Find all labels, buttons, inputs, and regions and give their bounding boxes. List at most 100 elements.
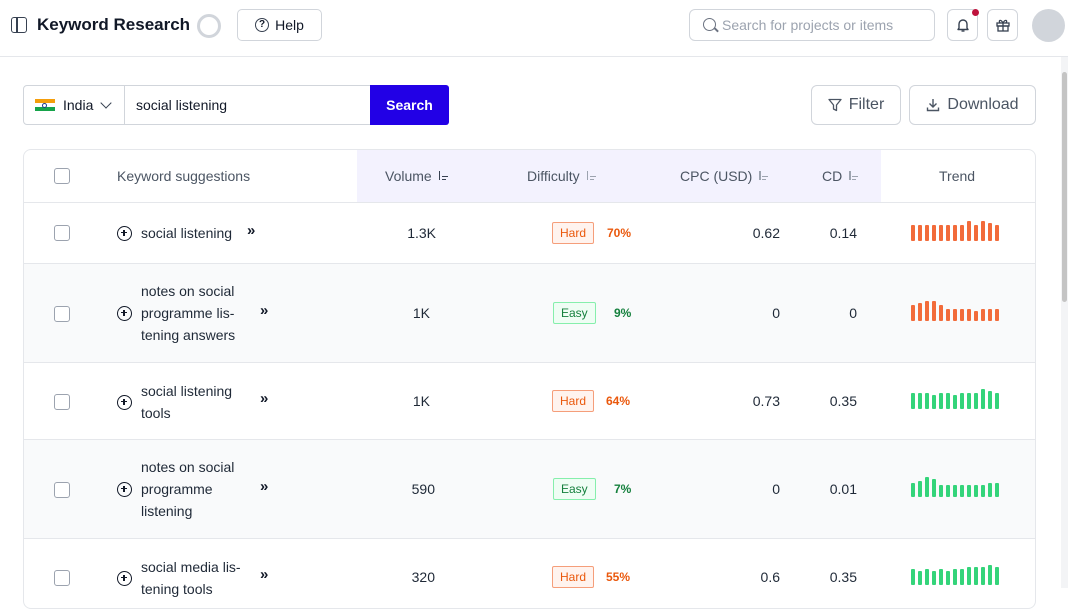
volume-value: 590: [411, 481, 435, 497]
cd-value: 0.14: [829, 225, 857, 241]
trend-bar: [939, 569, 943, 585]
row-checkbox[interactable]: [54, 225, 70, 241]
column-difficulty[interactable]: Difficulty: [527, 168, 598, 184]
help-button[interactable]: ? Help: [237, 9, 322, 41]
row-checkbox[interactable]: [54, 306, 70, 322]
trend-bar: [995, 225, 999, 241]
trend-bar: [995, 309, 999, 321]
trend-bar: [960, 309, 964, 321]
sort-icon[interactable]: [848, 171, 860, 181]
keyword-cell: notes on social programme lis-tening ans…: [117, 280, 251, 346]
trend-bar: [967, 485, 971, 497]
country-select[interactable]: India: [23, 85, 125, 125]
row-checkbox[interactable]: [54, 394, 70, 410]
trend-bar: [995, 483, 999, 497]
add-keyword-icon[interactable]: [117, 481, 132, 497]
keyword-cell: social media lis-tening tools: [117, 556, 251, 600]
keyword-cell: social listening: [117, 222, 232, 244]
row-checkbox[interactable]: [54, 570, 70, 586]
trend-bar: [911, 305, 915, 321]
download-button[interactable]: Download: [909, 85, 1036, 125]
trend-sparkline: [911, 221, 1005, 241]
search-button[interactable]: Search: [370, 85, 449, 125]
help-label: Help: [275, 17, 304, 33]
table-row[interactable]: notes on social programme lis-tening ans…: [24, 264, 1035, 363]
notification-dot: [972, 9, 979, 16]
keyword-text: notes on social programme lis-tening ans…: [141, 283, 236, 343]
global-search-input[interactable]: [722, 10, 927, 40]
cd-value: 0.01: [829, 481, 857, 497]
trend-sparkline: [911, 389, 1005, 409]
sort-icon[interactable]: [586, 171, 598, 181]
sort-icon[interactable]: [758, 171, 770, 181]
india-flag-icon: [35, 98, 55, 112]
double-chevron-right-icon[interactable]: »: [260, 478, 268, 495]
difficulty-badge: Hard: [552, 566, 595, 588]
trend-bar: [960, 225, 964, 241]
column-cpc[interactable]: CPC (USD): [680, 168, 770, 184]
trend-bar: [988, 391, 992, 409]
add-keyword-icon[interactable]: [117, 394, 132, 410]
column-volume[interactable]: Volume: [385, 168, 450, 184]
avatar[interactable]: [1032, 9, 1065, 42]
difficulty-percent: 70%: [607, 226, 632, 240]
trend-bar: [953, 569, 957, 585]
sort-desc-icon[interactable]: [438, 171, 450, 181]
trend-bar: [918, 225, 922, 241]
table-row[interactable]: social listening tools » 1K Hard 64% 0.7…: [24, 363, 1035, 440]
trend-bar: [932, 301, 936, 321]
table-row[interactable]: notes on social programme listening » 59…: [24, 440, 1035, 539]
trend-bar: [953, 225, 957, 241]
trend-bar: [960, 393, 964, 409]
add-keyword-icon[interactable]: [117, 225, 132, 241]
row-checkbox[interactable]: [54, 482, 70, 498]
trend-bar: [918, 393, 922, 409]
trend-bar: [932, 225, 936, 241]
chevron-down-icon: [100, 97, 113, 109]
double-chevron-right-icon[interactable]: »: [260, 390, 268, 407]
trend-bar: [946, 309, 950, 321]
difficulty-badge: Easy: [553, 302, 596, 324]
trend-bar: [939, 393, 943, 409]
filter-label: Filter: [848, 96, 885, 113]
search-icon: [703, 18, 716, 31]
trend-bar: [988, 309, 992, 321]
trend-bar: [939, 225, 943, 241]
cpc-value: 0.6: [760, 569, 780, 585]
add-keyword-icon[interactable]: [117, 305, 132, 321]
volume-value: 320: [411, 569, 435, 585]
keyword-text: social listening tools: [141, 383, 233, 421]
trend-bar: [925, 393, 929, 409]
filter-button[interactable]: Filter: [811, 85, 901, 125]
gift-button[interactable]: [987, 9, 1018, 41]
keyword-input[interactable]: [125, 85, 371, 125]
scrollbar-thumb[interactable]: [1062, 72, 1067, 302]
trend-bar: [939, 485, 943, 497]
trend-bar: [953, 395, 957, 409]
country-label: India: [63, 97, 94, 113]
trend-bar: [911, 569, 915, 585]
volume-value: 1K: [412, 305, 430, 321]
sidebar-toggle-icon[interactable]: [11, 17, 27, 33]
cd-value: 0: [849, 305, 857, 321]
keyword-text: social media lis-tening tools: [141, 559, 241, 597]
select-all-checkbox[interactable]: [54, 168, 70, 184]
double-chevron-right-icon[interactable]: »: [260, 566, 268, 583]
cpc-value: 0: [772, 305, 780, 321]
global-search[interactable]: [689, 9, 935, 41]
cpc-value: 0.73: [752, 393, 780, 409]
add-keyword-icon[interactable]: [117, 570, 132, 586]
trend-bar: [918, 303, 922, 321]
column-cd[interactable]: CD: [822, 168, 860, 184]
trend-bar: [932, 571, 936, 585]
table-row[interactable]: social media lis-tening tools » 320 Hard…: [24, 539, 1035, 608]
difficulty-badge: Hard: [552, 390, 595, 412]
trend-bar: [918, 571, 922, 585]
download-icon: [927, 99, 940, 112]
double-chevron-right-icon[interactable]: »: [247, 222, 255, 239]
table-row[interactable]: social listening » 1.3K Hard 70% 0.62 0.…: [24, 203, 1035, 264]
trend-bar: [974, 225, 978, 241]
double-chevron-right-icon[interactable]: »: [260, 302, 268, 319]
trend-bar: [911, 393, 915, 409]
trend-bar: [925, 569, 929, 585]
